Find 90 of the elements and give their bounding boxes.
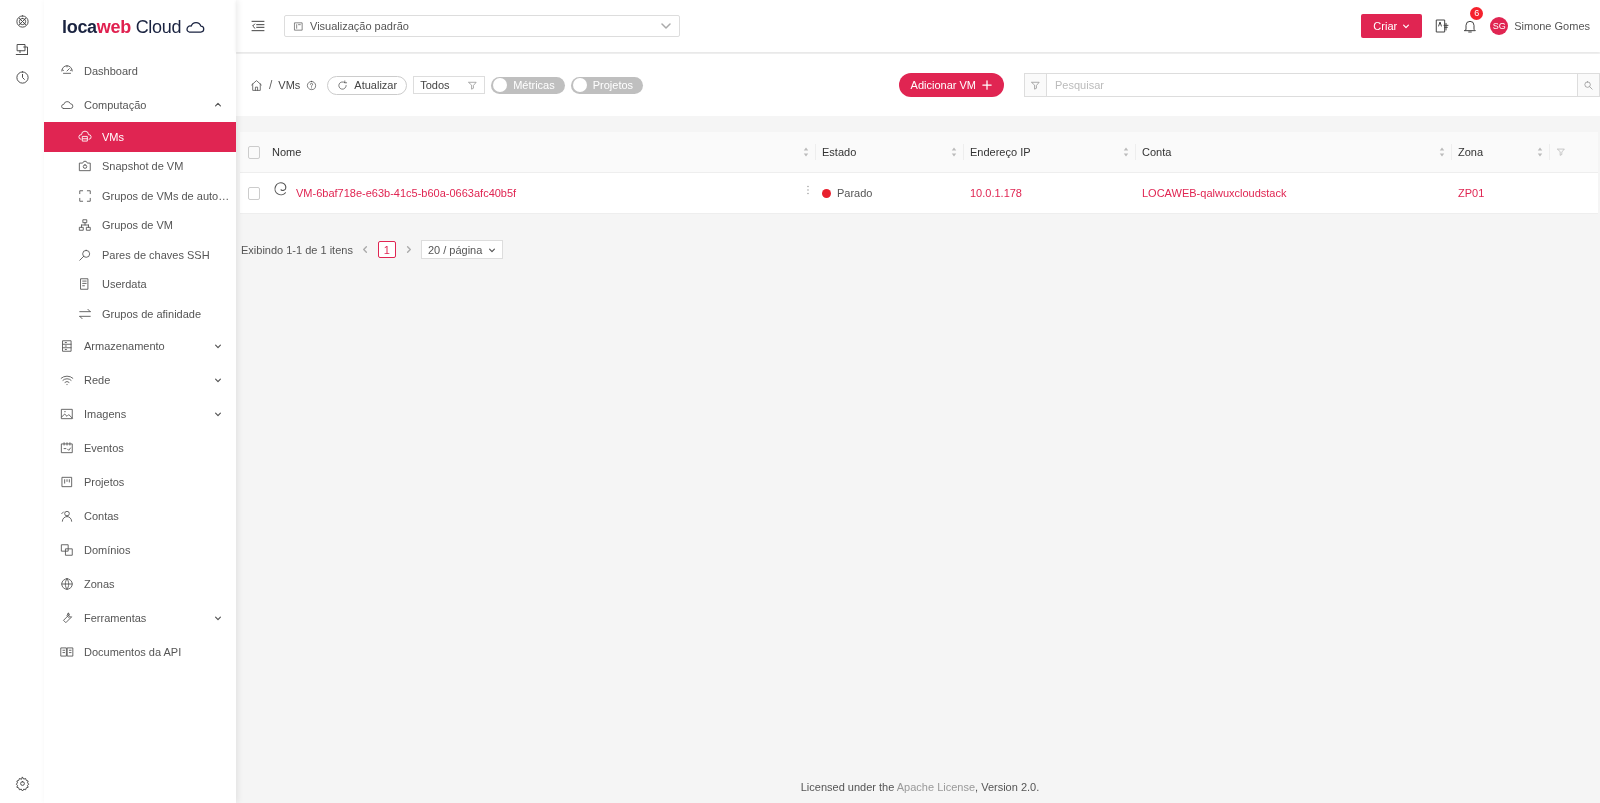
user-icon [60,508,74,523]
globe-icon [60,576,74,591]
row-checkbox[interactable] [248,186,260,200]
sidebar-subitem[interactable]: Pares de chaves SSH [44,240,236,270]
zone-link[interactable]: ZP01 [1458,187,1485,199]
sidebar-item[interactable]: Armazenamento [44,328,236,363]
sidebar-item[interactable]: Computação [44,88,236,122]
sort-icon[interactable] [803,147,809,157]
user-avatar[interactable]: SG [1490,17,1509,35]
add-vm-button[interactable]: Adicionar VM [898,73,1004,97]
column-header[interactable]: Conta [1142,146,1172,158]
brand-logo: locaweb Cloud [62,16,182,38]
column-header[interactable]: Zona [1458,146,1484,158]
sidebar-subitem[interactable]: Grupos de VM [44,210,236,240]
sidebar-item[interactable]: Dashboard [44,54,236,88]
sidebar-subitem[interactable]: Userdata [44,269,236,299]
more-options-icon[interactable] [806,185,810,195]
sidebar-item[interactable]: Imagens [44,396,236,431]
sidebar-item[interactable]: Rede [44,362,236,397]
magnifier-icon [78,247,92,262]
ip-address-link[interactable]: 10.0.1.178 [970,187,1022,199]
book-icon [60,644,74,659]
cloud-icon [185,20,206,34]
translate-icon[interactable] [1434,18,1451,34]
calendar-icon [60,440,74,455]
chevron-down-icon [1402,22,1411,30]
select-all-checkbox[interactable] [248,145,260,159]
refresh-icon [337,79,349,91]
layout-icon [293,20,304,32]
camera-icon [78,159,92,174]
previous-page-icon[interactable] [360,245,370,254]
breadcrumb-current: VMs [278,79,301,91]
board-icon [60,474,74,489]
create-button[interactable]: Criar [1361,14,1423,38]
cloud-server-icon [78,129,92,144]
help-icon[interactable] [306,79,318,91]
search-icon[interactable] [1583,79,1594,91]
breadcrumb-separator: / [269,78,273,92]
sidebar-subitem[interactable]: Snapshot de VM [44,151,236,181]
funnel-icon [467,79,479,91]
sidebar-item[interactable]: Projetos [44,464,236,499]
sidebar-item[interactable]: Zonas [44,566,236,601]
expand-icon [78,188,92,203]
status-text: Parado [837,187,873,199]
sidebar-item[interactable]: Eventos [44,430,236,465]
column-header[interactable]: Nome [272,146,302,158]
sidebar-item[interactable]: Documentos da API [44,634,236,669]
column-header[interactable]: Endereço IP [970,146,1031,158]
server-icon[interactable] [14,42,30,57]
filter-value: Todos [420,79,450,91]
plus-icon [982,80,992,90]
hierarchy-icon [78,218,92,233]
settings-icon[interactable] [14,776,30,791]
license-text: Licensed under the Apache License, Version 2.0. [799,781,1041,793]
home-icon[interactable] [250,78,263,92]
filter-icon[interactable] [1030,79,1041,91]
page-button[interactable]: 1 [377,241,396,258]
search-field[interactable]: Pesquisar [1047,73,1577,97]
filter-select[interactable]: Todos [413,76,486,94]
vm-name-link[interactable]: VM-6baf718e-e63b-41c5-b60a-0663afc40b5f [296,187,517,199]
collapse-menu-icon[interactable] [250,18,266,34]
sidebar-subitem[interactable]: Grupos de afinidade [44,299,236,329]
account-link[interactable]: LOCAWEB-qalwuxcloudstack [1142,187,1287,199]
sort-icon[interactable] [951,147,957,157]
pagination-summary: Exibindo 1-1 de 1 itens [241,243,353,256]
sidebar-item[interactable]: Ferramentas [44,600,236,635]
view-select[interactable]: Visualização padrão [284,15,680,37]
wifi-icon [60,372,74,387]
clock-icon[interactable] [14,70,30,85]
column-header[interactable]: Estado [822,146,857,158]
notification-badge: 6 [1470,7,1484,20]
user-name[interactable]: Simone Gomes [1514,20,1590,32]
sidebar-subitem[interactable]: Grupos de VMs de auto… [44,181,236,211]
bell-icon[interactable] [1462,18,1479,34]
swap-arrows-icon [78,306,92,321]
squares-icon [60,542,74,557]
sidebar-item[interactable]: Contas [44,498,236,533]
sort-icon[interactable] [1537,147,1543,157]
page-size-select[interactable]: 20 / página [420,240,504,259]
sidebar-subitem[interactable]: VMs [44,122,236,152]
image-icon [60,406,74,421]
filter-icon[interactable] [1556,147,1566,157]
sort-icon[interactable] [1123,147,1129,157]
storage-icon [60,338,74,353]
cloud-icon [60,98,74,112]
refresh-button[interactable]: Atualizar [327,75,408,95]
document-icon [78,277,92,292]
sidebar-item[interactable]: Domínios [44,532,236,567]
sort-icon[interactable] [1439,147,1445,157]
chevron-down-icon [661,21,671,31]
